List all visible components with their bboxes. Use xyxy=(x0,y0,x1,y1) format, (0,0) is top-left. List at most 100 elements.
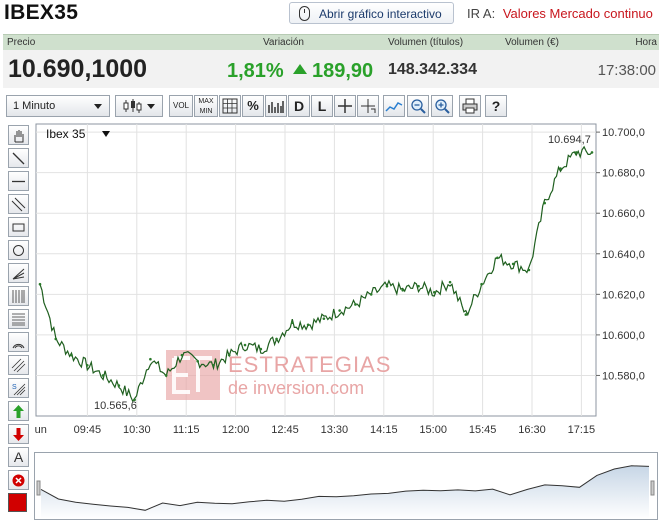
max-value-label: 10.694,7 xyxy=(548,134,591,146)
price-point xyxy=(496,256,499,260)
parallel-lines-tool[interactable] xyxy=(8,355,29,375)
ticker-title: IBEX35 xyxy=(4,1,79,24)
crosshair-button[interactable] xyxy=(334,95,356,117)
chart-navigator[interactable] xyxy=(34,452,658,520)
volume-button[interactable]: VOL xyxy=(169,95,193,117)
trendline-tool[interactable] xyxy=(8,148,29,168)
fibonacci-retracement-tool[interactable] xyxy=(8,309,29,329)
chart-type-select[interactable] xyxy=(115,95,163,117)
horizontal-line-icon xyxy=(12,180,25,183)
price-point xyxy=(149,357,152,361)
arc-tool[interactable] xyxy=(8,332,29,352)
watermark-line2: de inversion.com xyxy=(228,378,364,398)
grid-button[interactable] xyxy=(219,95,241,117)
speed-lines-tool[interactable]: S xyxy=(8,378,29,398)
navigator-svg xyxy=(36,465,655,519)
zoom-out-button[interactable] xyxy=(407,95,429,117)
x-tick-label: 13:30 xyxy=(321,424,349,436)
x-tick-label: 17:15 xyxy=(568,424,596,436)
price-point xyxy=(306,323,310,327)
col-volume-eur: Volumen (€) xyxy=(505,37,559,48)
price-point xyxy=(291,321,294,325)
price-point xyxy=(101,374,105,377)
red-down-arrow-icon xyxy=(13,428,24,441)
stats-header-row: Precio Variación Volumen (títulos) Volum… xyxy=(3,34,659,50)
price-point xyxy=(511,262,515,266)
open-interactive-chart-label: Abrir gráfico interactivo xyxy=(319,7,442,21)
print-icon xyxy=(462,98,478,114)
delete-tool[interactable] xyxy=(8,470,29,490)
buy-signal-tool[interactable] xyxy=(8,401,29,421)
sell-signal-tool[interactable] xyxy=(8,424,29,444)
hand-tool[interactable] xyxy=(8,125,29,145)
price-value: 10.690,1000 xyxy=(8,55,148,83)
x-tick-label: 09:45 xyxy=(74,424,102,436)
x-tick-label: 15:00 xyxy=(419,424,447,436)
circle-icon xyxy=(13,245,24,256)
color-picker[interactable] xyxy=(8,493,27,512)
ellipse-tool[interactable] xyxy=(8,240,29,260)
price-point xyxy=(196,359,200,363)
price-point xyxy=(480,282,483,286)
text-tool[interactable]: A xyxy=(8,447,29,467)
speed-lines-icon: S xyxy=(12,383,26,396)
indicator-line-icon xyxy=(385,102,403,112)
price-point xyxy=(54,337,58,341)
open-interactive-chart-button[interactable]: Abrir gráfico interactivo xyxy=(289,2,454,24)
indicators-button[interactable] xyxy=(383,95,405,117)
price-point xyxy=(180,353,184,357)
d-button[interactable]: D xyxy=(288,95,310,117)
fan-tool[interactable] xyxy=(8,263,29,283)
parallel-lines-icon xyxy=(11,358,26,373)
price-point xyxy=(70,353,73,357)
histogram-button[interactable] xyxy=(265,95,287,117)
fibonacci-retracement-icon xyxy=(12,313,25,326)
watermark-line1: ESTRATEGIAS xyxy=(228,352,391,377)
l-button[interactable]: L xyxy=(311,95,333,117)
price-point xyxy=(275,337,278,341)
interval-select[interactable]: 1 Minuto xyxy=(6,95,110,117)
crosshair-detail-button[interactable] xyxy=(357,95,379,117)
crosshair-detail-icon xyxy=(361,99,376,113)
price-chart-svg: Jun 09:45 10:30 11:15 12:00 12:45 13:30 14:15 15… xyxy=(34,123,645,436)
channel-icon xyxy=(11,197,26,212)
x-tick-label: 11:15 xyxy=(173,424,200,436)
change-absolute: 189,90 xyxy=(312,60,374,82)
goto-nav: IR A: Valores Mercado continuo xyxy=(467,6,653,21)
volume-value: 148.342.334 xyxy=(388,61,477,78)
price-point xyxy=(212,364,215,367)
delete-icon xyxy=(12,474,25,487)
y-tick-label: 10.640,0 xyxy=(602,249,645,261)
channel-tool[interactable] xyxy=(8,194,29,214)
goto-label: IR A: xyxy=(467,6,496,21)
price-point xyxy=(590,151,594,154)
percent-button[interactable]: % xyxy=(242,95,264,117)
x-tick-label: Jun xyxy=(34,424,47,436)
price-point xyxy=(38,282,42,286)
horizontal-line-tool[interactable] xyxy=(8,171,29,191)
x-tick-label: 12:45 xyxy=(271,424,299,436)
maxmin-button[interactable]: MAX MIN xyxy=(194,95,218,117)
up-arrow-icon xyxy=(293,64,307,74)
rectangle-tool[interactable] xyxy=(8,217,29,237)
maxmin-bottom: MIN xyxy=(199,108,213,115)
price-point xyxy=(401,288,405,292)
price-point xyxy=(543,201,546,205)
zoom-in-button[interactable] xyxy=(431,95,453,117)
col-price: Precio xyxy=(7,37,36,48)
col-change: Variación xyxy=(263,37,304,48)
y-tick-label: 10.580,0 xyxy=(602,370,645,382)
price-point xyxy=(227,353,231,357)
time-value: 17:38:00 xyxy=(597,62,656,79)
help-button[interactable]: ? xyxy=(485,95,507,117)
fibonacci-vertical-tool[interactable] xyxy=(8,286,29,306)
price-chart[interactable]: Jun 09:45 10:30 11:15 12:00 12:45 13:30 14:15 15… xyxy=(34,122,661,449)
zoom-in-icon xyxy=(435,99,450,114)
goto-link[interactable]: Valores Mercado continuo xyxy=(503,6,653,21)
print-button[interactable] xyxy=(459,95,481,117)
y-tick-label: 10.700,0 xyxy=(602,127,645,139)
price-point xyxy=(417,284,420,288)
col-time: Hora xyxy=(635,37,657,48)
x-tick-label: 12:00 xyxy=(222,424,250,436)
price-point xyxy=(574,151,578,154)
